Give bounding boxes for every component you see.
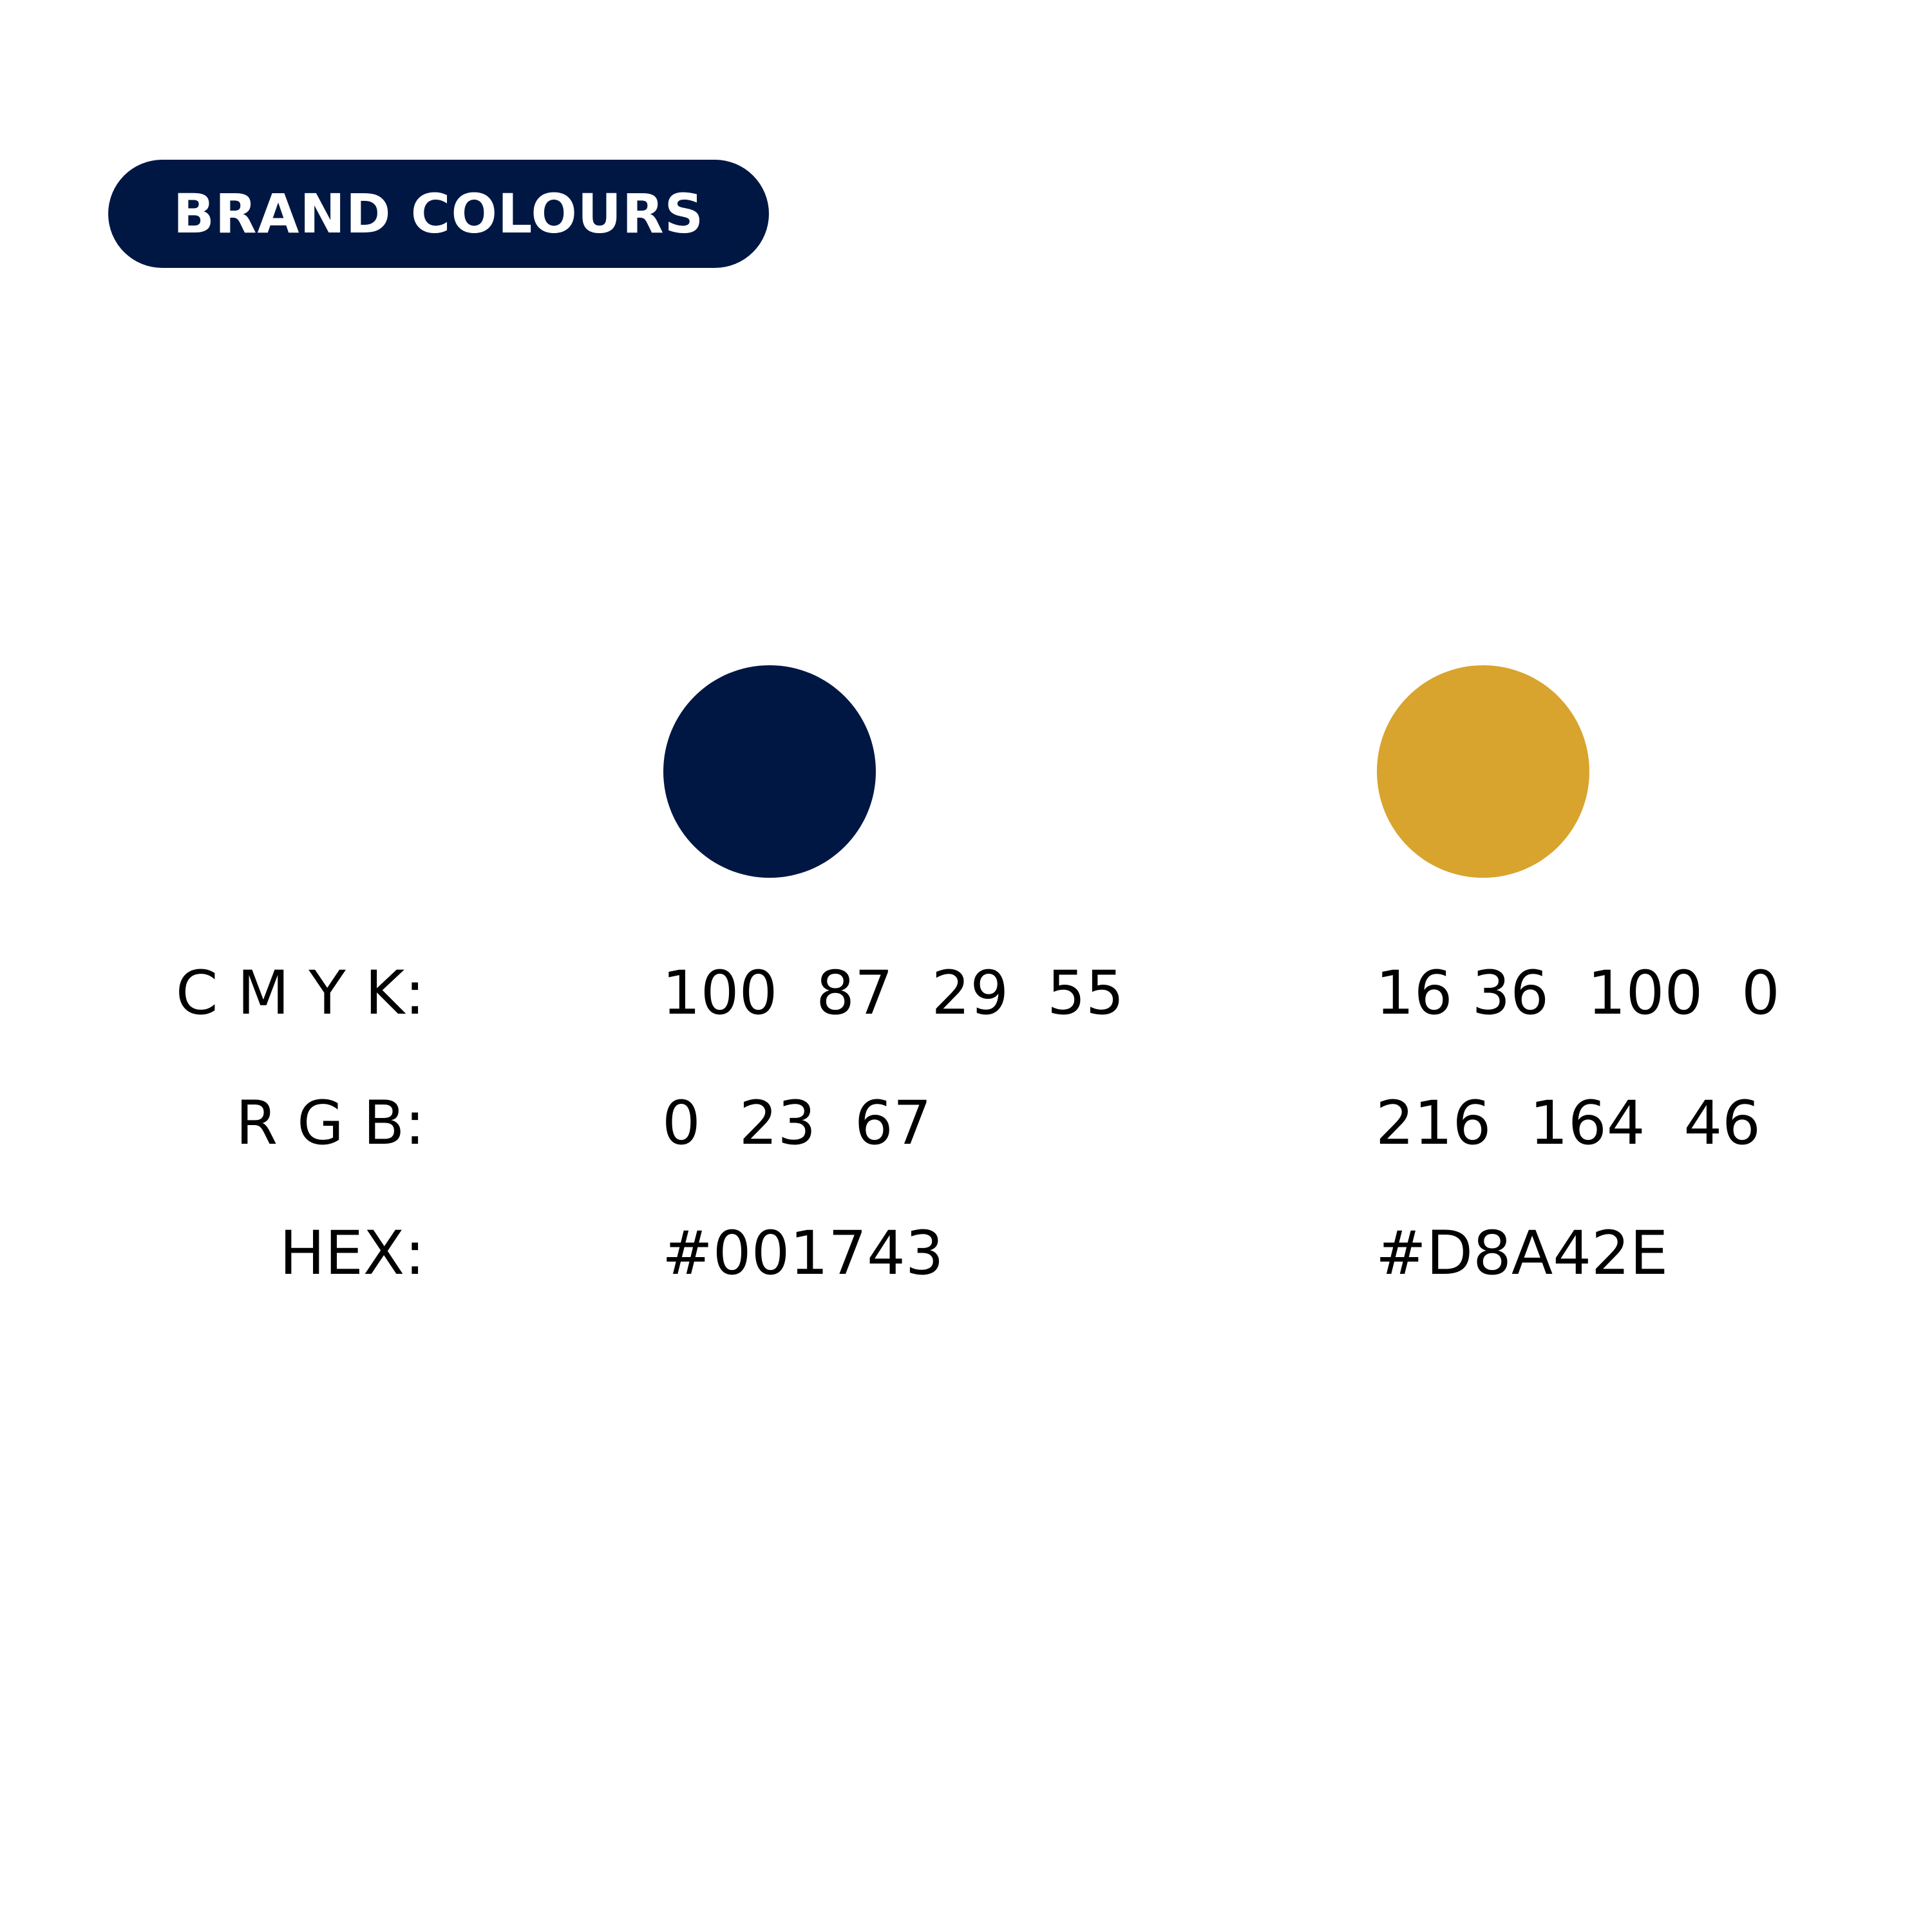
navy-colour-swatch [663,665,876,878]
gold-colour-swatch [1377,665,1589,878]
hex-label: HEX: [279,1218,425,1289]
page-title: BRAND COLOURS [173,182,705,245]
gold-cmyk-value: 16 36 100 0 [1376,958,1780,1028]
gold-hex-value: #D8A42E [1376,1218,1669,1289]
navy-hex-value: #001743 [662,1218,944,1289]
navy-cmyk-value: 100 87 29 55 [662,958,1124,1028]
cmyk-label: C M Y K: [175,958,425,1028]
rgb-label: R G B: [235,1088,425,1159]
gold-rgb-value: 216 164 46 [1376,1088,1761,1159]
navy-rgb-value: 0 23 67 [662,1088,932,1159]
brand-colours-badge: BRAND COLOURS [108,160,769,268]
